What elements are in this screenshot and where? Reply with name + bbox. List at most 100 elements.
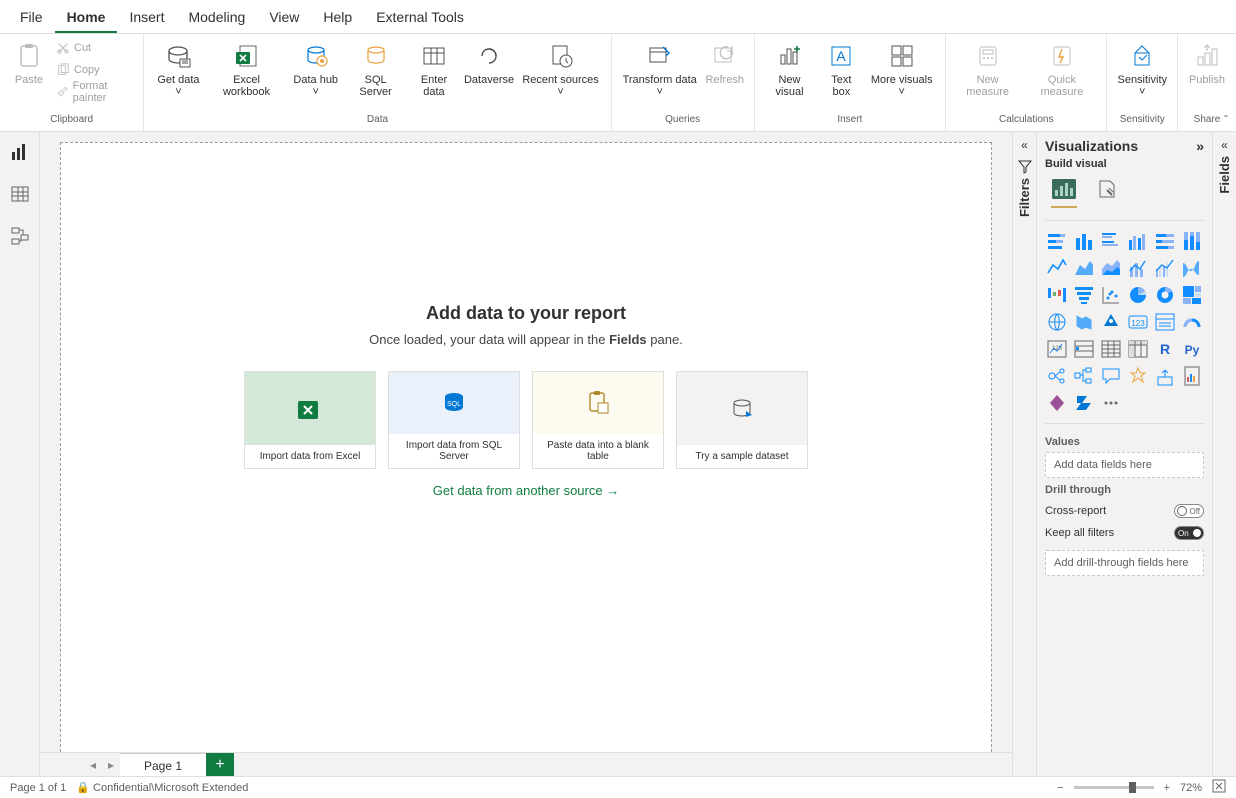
- collapse-ribbon-button[interactable]: ˆ: [1224, 113, 1228, 127]
- sample-dataset-card[interactable]: Try a sample dataset: [676, 371, 808, 469]
- menu-insert[interactable]: Insert: [117, 3, 176, 33]
- viz-slicer[interactable]: [1072, 337, 1096, 361]
- more-visuals-button[interactable]: More visuals ˅: [865, 38, 939, 100]
- page-tab-1[interactable]: Page 1: [120, 753, 206, 777]
- ribbon-group-clipboard: Paste Cut Copy Format painter Clipboard: [0, 34, 144, 131]
- get-data-button[interactable]: Get data ˅: [150, 38, 206, 100]
- quick-measure-button[interactable]: Quick measure: [1023, 38, 1100, 100]
- viz-stacked-bar[interactable]: [1045, 229, 1069, 253]
- expand-fields-button[interactable]: «: [1221, 138, 1228, 152]
- menu-home[interactable]: Home: [55, 3, 118, 33]
- paste-data-card[interactable]: Paste data into a blank table: [532, 371, 664, 469]
- viz-100-stacked-column[interactable]: [1180, 229, 1204, 253]
- viz-stacked-area[interactable]: [1099, 256, 1123, 280]
- copy-button[interactable]: Copy: [56, 60, 137, 80]
- viz-table[interactable]: [1099, 337, 1123, 361]
- viz-paginated-report[interactable]: [1180, 364, 1204, 388]
- viz-line-clustered-column[interactable]: [1153, 256, 1177, 280]
- build-visual-tab[interactable]: [1051, 178, 1077, 208]
- paste-button[interactable]: Paste: [6, 38, 52, 88]
- viz-funnel[interactable]: [1072, 283, 1096, 307]
- report-view-button[interactable]: [6, 138, 34, 166]
- format-painter-button[interactable]: Format painter: [56, 82, 137, 102]
- menu-external-tools[interactable]: External Tools: [364, 3, 476, 33]
- get-data-link[interactable]: Get data from another source →: [433, 483, 619, 498]
- excel-workbook-button[interactable]: Excel workbook: [207, 38, 287, 100]
- menu-help[interactable]: Help: [311, 3, 364, 33]
- viz-donut[interactable]: [1153, 283, 1177, 307]
- import-sql-card[interactable]: SQLImport data from SQL Server: [388, 371, 520, 469]
- viz-kpi[interactable]: 123: [1045, 337, 1069, 361]
- viz-python[interactable]: Py: [1180, 337, 1204, 361]
- viz-smart-narrative[interactable]: [1126, 364, 1150, 388]
- cross-report-toggle[interactable]: Off: [1174, 504, 1204, 518]
- collapse-viz-button[interactable]: »: [1196, 138, 1204, 154]
- dataverse-button[interactable]: Dataverse: [462, 38, 517, 88]
- enter-data-button[interactable]: Enter data: [406, 38, 461, 100]
- publish-button[interactable]: Publish: [1184, 38, 1230, 88]
- keep-filters-toggle[interactable]: On: [1174, 526, 1204, 540]
- viz-r-script[interactable]: R: [1153, 337, 1177, 361]
- viz-qa[interactable]: [1099, 364, 1123, 388]
- viz-azure-map[interactable]: [1099, 310, 1123, 334]
- viz-multi-row-card[interactable]: [1153, 310, 1177, 334]
- new-visual-button[interactable]: New visual: [761, 38, 819, 100]
- expand-filters-button[interactable]: «: [1021, 138, 1028, 152]
- viz-waterfall[interactable]: [1045, 283, 1069, 307]
- report-canvas[interactable]: Add data to your report Once loaded, you…: [60, 142, 992, 776]
- viz-area[interactable]: [1072, 256, 1096, 280]
- viz-stacked-column[interactable]: [1072, 229, 1096, 253]
- viz-matrix[interactable]: [1126, 337, 1150, 361]
- add-page-button[interactable]: +: [206, 753, 234, 777]
- viz-scatter[interactable]: [1099, 283, 1123, 307]
- viz-treemap[interactable]: [1180, 283, 1204, 307]
- viz-power-apps[interactable]: [1045, 391, 1069, 415]
- viz-goals[interactable]: [1153, 364, 1177, 388]
- menu-file[interactable]: File: [8, 3, 55, 33]
- svg-text:Py: Py: [1185, 343, 1200, 357]
- viz-ribbon[interactable]: [1180, 256, 1204, 280]
- viz-power-automate[interactable]: [1072, 391, 1096, 415]
- sensitivity-button[interactable]: Sensitivity˅: [1113, 38, 1171, 100]
- page-indicator: Page 1 of 1: [10, 782, 66, 794]
- format-visual-tab[interactable]: [1095, 178, 1117, 208]
- values-dropzone[interactable]: Add data fields here: [1045, 452, 1204, 478]
- page-next-button[interactable]: ▸: [102, 758, 120, 772]
- refresh-button[interactable]: Refresh: [702, 38, 748, 88]
- fit-to-page-button[interactable]: [1212, 779, 1226, 796]
- text-box-button[interactable]: AText box: [818, 38, 864, 100]
- cut-button[interactable]: Cut: [56, 38, 137, 58]
- transform-data-button[interactable]: Transform data ˅: [618, 38, 702, 100]
- viz-100-stacked-bar[interactable]: [1153, 229, 1177, 253]
- import-excel-card[interactable]: Import data from Excel: [244, 371, 376, 469]
- dataverse-label: Dataverse: [464, 74, 514, 86]
- excel-icon: [231, 40, 263, 72]
- zoom-out-button[interactable]: −: [1057, 782, 1063, 794]
- model-view-button[interactable]: [6, 222, 34, 250]
- viz-key-influencers[interactable]: [1045, 364, 1069, 388]
- menu-view[interactable]: View: [257, 3, 311, 33]
- sensitivity-icon: [1126, 40, 1158, 72]
- viz-more-options[interactable]: [1099, 391, 1123, 415]
- viz-clustered-column[interactable]: [1126, 229, 1150, 253]
- viz-card[interactable]: 123: [1126, 310, 1150, 334]
- viz-clustered-bar[interactable]: [1099, 229, 1123, 253]
- viz-gauge[interactable]: [1180, 310, 1204, 334]
- viz-filled-map[interactable]: [1072, 310, 1096, 334]
- new-measure-button[interactable]: New measure: [952, 38, 1023, 100]
- drillthrough-dropzone[interactable]: Add drill-through fields here: [1045, 550, 1204, 576]
- zoom-slider[interactable]: [1074, 786, 1154, 789]
- viz-decomposition-tree[interactable]: [1072, 364, 1096, 388]
- viz-map[interactable]: [1045, 310, 1069, 334]
- viz-pie[interactable]: [1126, 283, 1150, 307]
- data-hub-button[interactable]: Data hub ˅: [286, 38, 345, 100]
- data-view-button[interactable]: [6, 180, 34, 208]
- recent-sources-button[interactable]: Recent sources ˅: [516, 38, 604, 100]
- recent-label: Recent sources ˅: [520, 74, 600, 98]
- zoom-in-button[interactable]: +: [1164, 782, 1170, 794]
- page-prev-button[interactable]: ◂: [84, 758, 102, 772]
- menu-modeling[interactable]: Modeling: [176, 3, 257, 33]
- viz-line[interactable]: [1045, 256, 1069, 280]
- viz-line-stacked-column[interactable]: [1126, 256, 1150, 280]
- sql-server-button[interactable]: SQL Server: [345, 38, 406, 100]
